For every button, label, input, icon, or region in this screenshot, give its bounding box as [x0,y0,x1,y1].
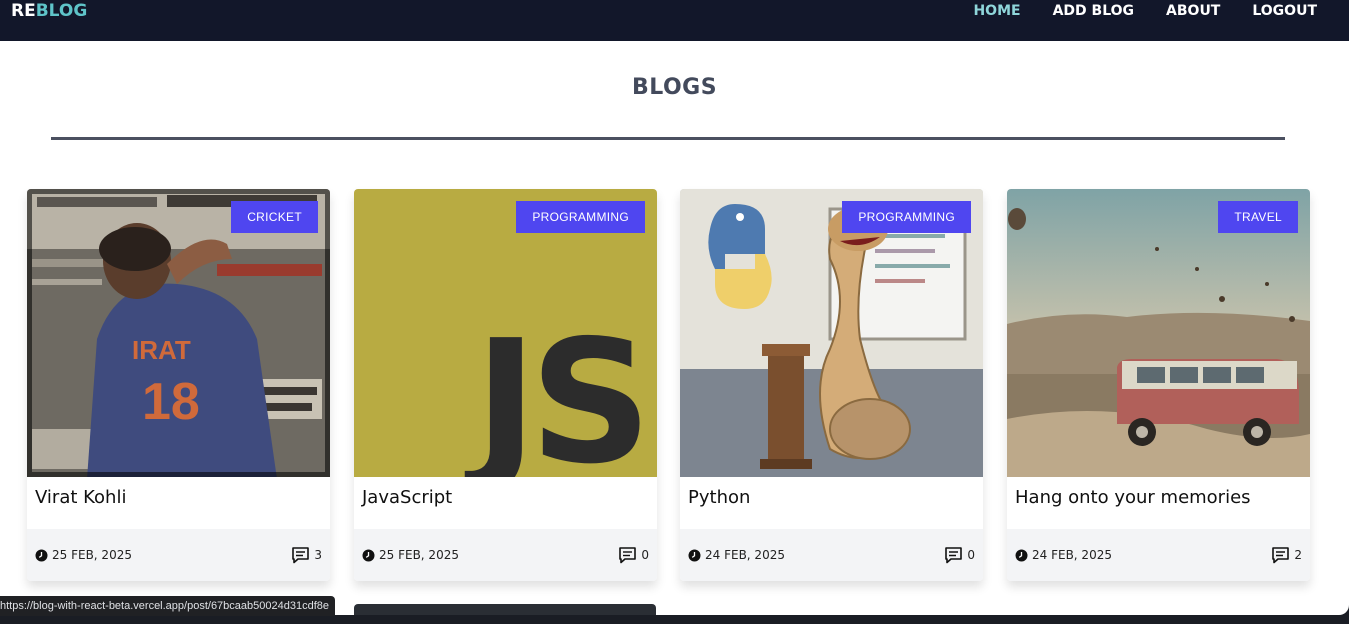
blog-card-image[interactable]: JS PROGRAMMING [354,189,657,477]
blog-card[interactable]: JS PROGRAMMING JavaScript 25 FEB, 2025 0 [354,189,657,581]
comment-count: 0 [967,548,975,562]
clock-icon [688,549,701,562]
blog-card-date: 24 FEB, 2025 [1032,548,1112,562]
comment-icon[interactable] [1271,546,1290,564]
blog-card-image[interactable]: IRAT 18 CRICKET [27,189,330,477]
blog-card-footer: 24 FEB, 2025 0 [680,529,983,581]
js-logo-text: JS [464,304,644,477]
logo[interactable]: REBLOG [11,1,87,21]
category-badge[interactable]: TRAVEL [1218,201,1298,233]
comment-icon[interactable] [618,546,637,564]
link-status-tooltip: https://blog-with-react-beta.vercel.app/… [0,596,335,616]
blog-card-footer: 24 FEB, 2025 2 [1007,529,1310,581]
logo-part-blog: BLOG [35,1,88,21]
nav-link-about[interactable]: ABOUT [1166,2,1220,20]
blog-card-title[interactable]: JavaScript [362,487,452,508]
blog-card-image[interactable]: TRAVEL [1007,189,1310,477]
comment-count: 2 [1294,548,1302,562]
nav-link-home[interactable]: HOME [973,2,1020,20]
blog-card[interactable]: TRAVEL Hang onto your memories 24 FEB, 2… [1007,189,1310,581]
svg-text:IRAT: IRAT [132,335,191,365]
blog-card-footer: 25 FEB, 2025 0 [354,529,657,581]
clock-icon [362,549,375,562]
title-divider [51,137,1285,140]
blog-card-title[interactable]: Virat Kohli [35,487,126,508]
blog-card-date: 25 FEB, 2025 [379,548,459,562]
category-badge[interactable]: PROGRAMMING [842,201,971,233]
nav-link-add-blog[interactable]: ADD BLOG [1053,2,1134,20]
blog-card[interactable]: PROGRAMMING Python 24 FEB, 2025 0 [680,189,983,581]
blog-card-image[interactable]: PROGRAMMING [680,189,983,477]
blog-card-date: 25 FEB, 2025 [52,548,132,562]
logo-part-re: RE [11,1,36,21]
nav-links: HOME ADD BLOG ABOUT LOGOUT [973,2,1317,20]
svg-text:18: 18 [142,373,200,431]
blog-card-title[interactable]: Hang onto your memories [1015,487,1251,508]
clock-icon [1015,549,1028,562]
main-content: BLOGS IRAT 18 CRICKET Virat Kohli 25 FEB… [0,41,1349,618]
blog-card-title[interactable]: Python [688,487,750,508]
blog-card-footer: 25 FEB, 2025 3 [27,529,330,581]
blog-card-date: 24 FEB, 2025 [705,548,785,562]
comment-icon[interactable] [944,546,963,564]
comment-count: 0 [641,548,649,562]
category-badge[interactable]: PROGRAMMING [516,201,645,233]
blog-card[interactable]: IRAT 18 CRICKET Virat Kohli 25 FEB, 2025… [27,189,330,581]
page-title: BLOGS [631,75,718,100]
navbar: REBLOG HOME ADD BLOG ABOUT LOGOUT [0,0,1349,41]
comment-count: 3 [314,548,322,562]
clock-icon [35,549,48,562]
category-badge[interactable]: CRICKET [231,201,318,233]
comment-icon[interactable] [291,546,310,564]
bottom-strip [0,615,1349,624]
nav-link-logout[interactable]: LOGOUT [1252,2,1317,20]
